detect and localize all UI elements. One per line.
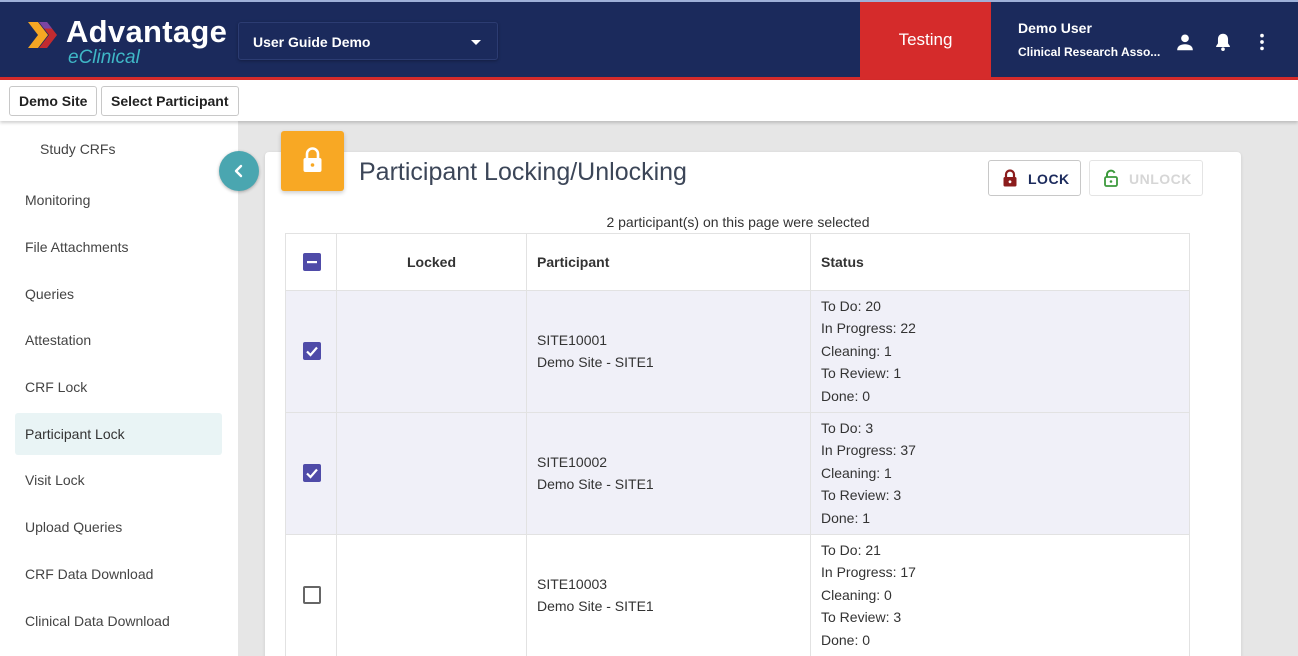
study-select-value: User Guide Demo — [253, 34, 371, 50]
check-icon — [306, 468, 318, 479]
user-name[interactable]: Demo User — [1018, 20, 1092, 36]
participant-id: SITE10001 — [537, 332, 608, 348]
page-lock-icon-tile — [281, 131, 344, 191]
row-checkbox[interactable] — [303, 586, 321, 604]
participant-cell: SITE10001 Demo Site - SITE1 — [527, 291, 811, 412]
row-checkbox[interactable] — [303, 342, 321, 360]
indeterminate-icon — [307, 261, 317, 264]
status-in-progress: In Progress: 22 — [821, 320, 916, 337]
selection-count-note: 2 participant(s) on this page were selec… — [606, 214, 870, 230]
sidebar-item-monitoring[interactable]: Monitoring — [15, 179, 222, 221]
collapse-sidebar-button[interactable] — [219, 151, 259, 191]
header-select-cell — [286, 234, 337, 290]
sidebar-item-crf-lock[interactable]: CRF Lock — [15, 366, 222, 408]
table-row[interactable]: SITE10002 Demo Site - SITE1 To Do: 3 In … — [286, 413, 1189, 535]
caret-down-icon — [471, 40, 481, 45]
row-select-cell — [286, 291, 337, 412]
status-in-progress: In Progress: 37 — [821, 442, 916, 459]
person-icon[interactable] — [1174, 31, 1196, 53]
locked-cell — [337, 413, 527, 534]
breadcrumb-site[interactable]: Demo Site — [9, 86, 98, 116]
header-participant: Participant — [527, 234, 811, 290]
status-todo: To Do: 20 — [821, 298, 881, 314]
locked-cell — [337, 291, 527, 412]
unlock-button[interactable]: UNLOCK — [1089, 160, 1203, 196]
status-cell: To Do: 20 In Progress: 22 Cleaning: 1 To… — [811, 291, 1189, 412]
sidebar-item-study-crfs[interactable]: Study CRFs — [15, 128, 222, 170]
unlock-button-label: UNLOCK — [1129, 171, 1192, 187]
status-done: Done: 1 — [821, 509, 871, 526]
status-done: Done: 0 — [821, 387, 871, 404]
lock-button[interactable]: LOCK — [988, 160, 1081, 196]
sidebar-item-upload-queries[interactable]: Upload Queries — [15, 506, 222, 548]
select-all-checkbox[interactable] — [303, 253, 321, 271]
sidebar-item-queries[interactable]: Queries — [15, 273, 222, 315]
check-icon — [306, 346, 318, 357]
participant-cell: SITE10002 Demo Site - SITE1 — [527, 413, 811, 534]
participant-table: Locked Participant Status SITE10001 Demo… — [285, 233, 1190, 656]
participant-id: SITE10003 — [537, 576, 608, 592]
status-todo: To Do: 3 — [821, 420, 874, 436]
table-header-row: Locked Participant Status — [286, 234, 1189, 291]
brand-logo[interactable]: Advantage eClinical — [24, 14, 234, 70]
status-cleaning: Cleaning: 1 — [821, 342, 892, 359]
row-checkbox[interactable] — [303, 464, 321, 482]
sidebar-item-attestation[interactable]: Attestation — [15, 319, 222, 361]
breadcrumb: Demo Site Select Participant — [0, 80, 1298, 121]
participant-site: Demo Site - SITE1 — [537, 354, 654, 370]
participant-cell: SITE10003 Demo Site - SITE1 — [527, 535, 811, 656]
participant-site: Demo Site - SITE1 — [537, 476, 654, 492]
table-row[interactable]: SITE10003 Demo Site - SITE1 To Do: 21 In… — [286, 535, 1189, 656]
chevron-logo-icon — [28, 22, 57, 48]
user-role: Clinical Research Asso... — [1018, 45, 1161, 59]
sidebar-item-clinical-data-download[interactable]: Clinical Data Download — [15, 600, 222, 642]
status-todo: To Do: 21 — [821, 542, 881, 558]
lock-icon — [303, 147, 322, 172]
row-select-cell — [286, 535, 337, 656]
sidebar-item-participant-lock[interactable]: Participant Lock — [15, 413, 222, 455]
status-to-review: To Review: 3 — [821, 487, 902, 504]
breadcrumb-select-participant[interactable]: Select Participant — [101, 86, 239, 116]
status-cleaning: Cleaning: 0 — [821, 586, 892, 603]
status-cell: To Do: 21 In Progress: 17 Cleaning: 0 To… — [811, 535, 1189, 656]
brand-subtitle: eClinical — [68, 47, 140, 68]
unlock-icon — [1104, 169, 1118, 187]
header-locked: Locked — [337, 234, 527, 290]
chevron-left-icon — [234, 164, 243, 178]
bell-icon[interactable] — [1212, 31, 1234, 53]
status-in-progress: In Progress: 17 — [821, 564, 916, 581]
sidebar-item-crf-data-download[interactable]: CRF Data Download — [15, 553, 222, 595]
status-to-review: To Review: 3 — [821, 609, 902, 626]
status-to-review: To Review: 1 — [821, 365, 902, 382]
table-row[interactable]: SITE10001 Demo Site - SITE1 To Do: 20 In… — [286, 291, 1189, 413]
status-cell: To Do: 3 In Progress: 37 Cleaning: 1 To … — [811, 413, 1189, 534]
status-done: Done: 0 — [821, 631, 871, 648]
sidebar: Study CRFs Monitoring File Attachments Q… — [0, 121, 238, 656]
header-status: Status — [821, 254, 864, 270]
lock-icon — [1003, 169, 1017, 187]
locked-cell — [337, 535, 527, 656]
sidebar-item-visit-lock[interactable]: Visit Lock — [15, 459, 222, 501]
participant-id: SITE10002 — [537, 454, 608, 470]
row-select-cell — [286, 413, 337, 534]
participant-site: Demo Site - SITE1 — [537, 598, 654, 614]
more-vert-icon[interactable] — [1251, 31, 1273, 53]
sidebar-item-file-attachments[interactable]: File Attachments — [15, 226, 222, 268]
lock-button-label: LOCK — [1028, 171, 1070, 187]
app-header: Advantage eClinical User Guide Demo Test… — [0, 0, 1298, 80]
study-select[interactable]: User Guide Demo — [238, 22, 498, 60]
brand-name: Advantage — [66, 14, 228, 49]
page-title: Participant Locking/Unlocking — [359, 158, 687, 186]
status-cleaning: Cleaning: 1 — [821, 464, 892, 481]
environment-badge: Testing — [860, 2, 991, 77]
